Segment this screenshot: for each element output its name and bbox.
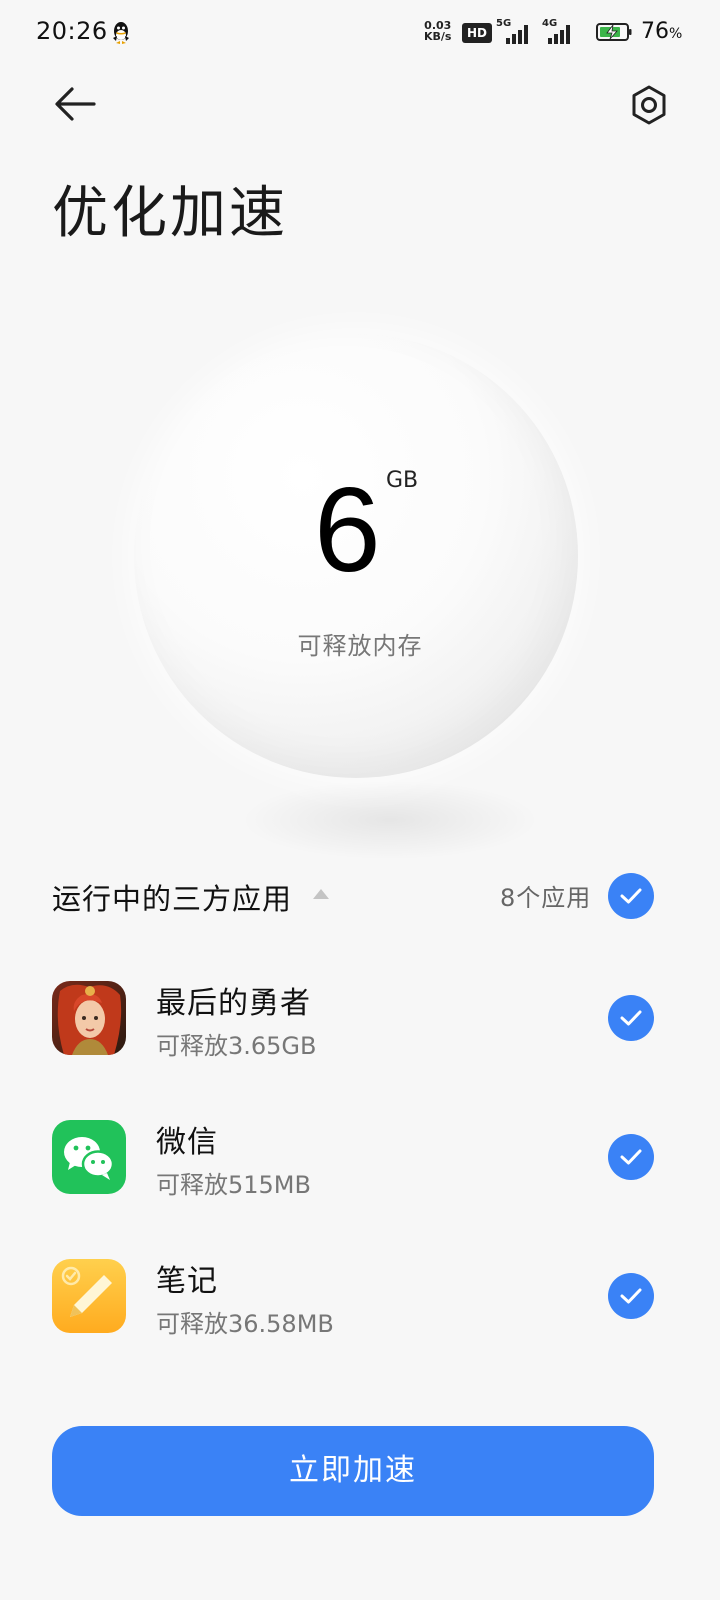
memory-label: 可释放内存 bbox=[297, 632, 423, 660]
checkmark-icon bbox=[620, 888, 642, 904]
list-item[interactable]: 最后的勇者 可释放3.65GB bbox=[0, 960, 720, 1080]
running-apps-header: 运行中的三方应用 8个应用 bbox=[0, 866, 720, 926]
qq-icon bbox=[113, 22, 129, 44]
battery-percent-value: 76 bbox=[641, 19, 669, 44]
app-name: 笔记 bbox=[156, 1264, 218, 1299]
checkmark-icon bbox=[620, 1149, 642, 1165]
game-hero-icon bbox=[52, 981, 126, 1055]
gear-icon bbox=[632, 85, 666, 125]
app-checkbox[interactable] bbox=[608, 1134, 654, 1180]
signal-4g-icon: 4G bbox=[542, 18, 580, 46]
checkmark-icon bbox=[620, 1010, 642, 1026]
app-size: 可释放3.65GB bbox=[156, 1032, 317, 1060]
app-count: 8个应用 bbox=[500, 884, 592, 912]
back-button[interactable] bbox=[50, 80, 100, 130]
section-title: 运行中的三方应用 bbox=[52, 882, 293, 916]
app-checkbox[interactable] bbox=[608, 1273, 654, 1319]
list-item[interactable]: 微信 可释放515MB bbox=[0, 1099, 720, 1219]
page-title: 优化加速 bbox=[52, 181, 288, 246]
optimize-page: 20:26 0.03 KB/s HD 5G 4G 76% 优化加速 6 GB 可… bbox=[0, 0, 720, 1600]
battery-charging-icon bbox=[596, 23, 632, 41]
list-item[interactable]: 笔记 可释放36.58MB bbox=[0, 1238, 720, 1358]
signal-5g-icon: 5G bbox=[496, 18, 534, 46]
network-speed-unit: KB/s bbox=[424, 30, 452, 43]
battery-percent-unit: % bbox=[669, 26, 683, 42]
wechat-icon bbox=[52, 1120, 126, 1194]
app-size: 可释放36.58MB bbox=[156, 1310, 334, 1338]
status-bar: 20:26 0.03 KB/s HD 5G 4G 76% bbox=[0, 0, 720, 66]
status-time: 20:26 bbox=[36, 17, 108, 45]
checkmark-icon bbox=[620, 1288, 642, 1304]
select-all-checkbox[interactable] bbox=[608, 873, 654, 919]
hd-voice-badge: HD bbox=[462, 23, 492, 43]
app-size: 可释放515MB bbox=[156, 1171, 311, 1199]
app-name: 微信 bbox=[156, 1125, 218, 1160]
battery-percent: 76% bbox=[641, 19, 682, 44]
sphere-shadow bbox=[240, 780, 540, 860]
back-arrow-icon bbox=[55, 87, 96, 121]
memory-unit: GB bbox=[386, 468, 419, 493]
app-name: 最后的勇者 bbox=[156, 986, 311, 1021]
settings-button[interactable] bbox=[626, 82, 672, 128]
app-checkbox[interactable] bbox=[608, 995, 654, 1041]
boost-now-button[interactable]: 立即加速 bbox=[52, 1426, 654, 1516]
triangle-up-icon[interactable] bbox=[312, 888, 330, 900]
memory-value: 6 bbox=[314, 463, 381, 597]
network-speed: 0.03 KB/s bbox=[424, 20, 451, 42]
notes-icon bbox=[52, 1259, 126, 1333]
